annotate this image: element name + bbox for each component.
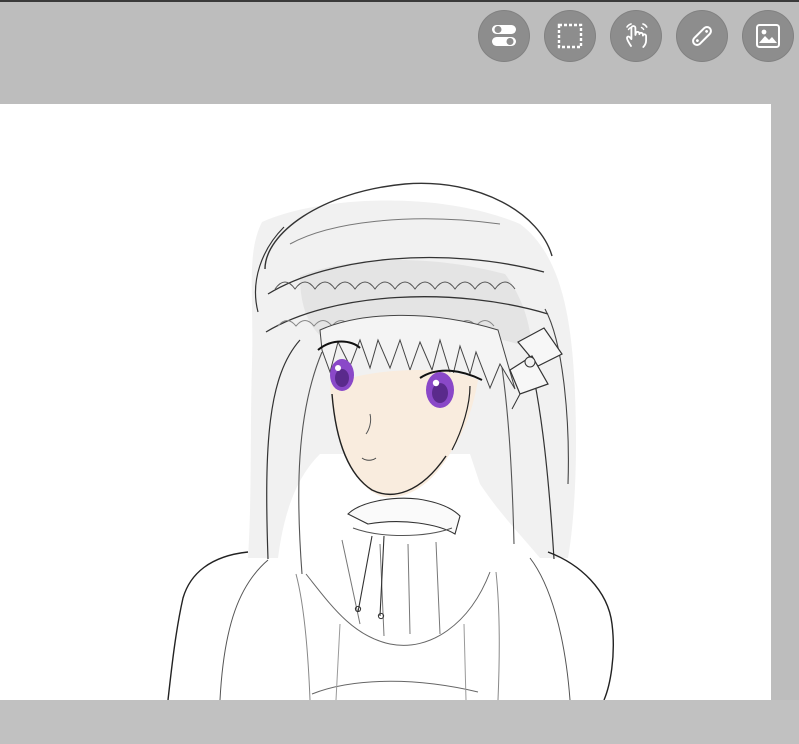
canvas-right-margin [771,104,799,700]
bottom-bar [0,700,799,744]
toggle-button[interactable] [478,10,530,62]
drawing-canvas[interactable] [0,104,771,700]
toggle-switch-icon [492,25,516,46]
touch-gesture-icon [626,23,648,48]
image-icon [756,24,780,48]
selection-rectangle-icon [557,23,583,49]
image-button[interactable] [742,10,794,62]
gesture-button[interactable] [610,10,662,62]
character-illustration [167,182,614,700]
select-button[interactable] [544,10,596,62]
toolbar [478,10,794,62]
ruler-icon [692,26,712,46]
top-edge [0,0,799,2]
ruler-button[interactable] [676,10,728,62]
